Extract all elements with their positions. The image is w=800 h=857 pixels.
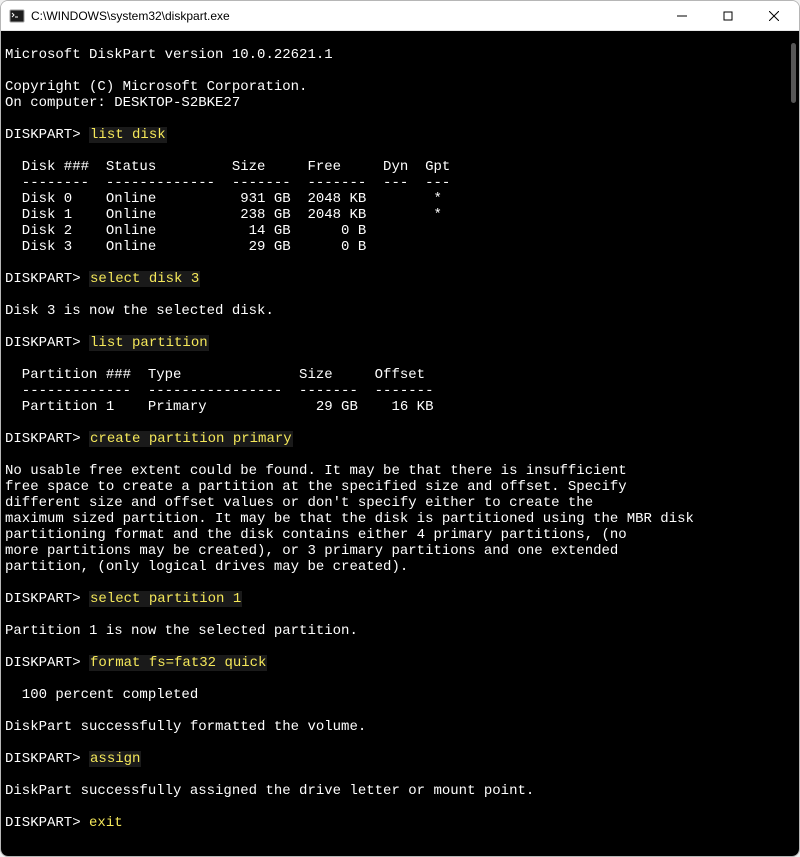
cmd-format: format fs=fat32 quick: [89, 655, 267, 671]
disk-table-header: Disk ### Status Size Free Dyn Gpt: [5, 159, 450, 175]
select-partition-msg: Partition 1 is now the selected partitio…: [5, 623, 358, 639]
version-line: Microsoft DiskPart version 10.0.22621.1: [5, 47, 333, 63]
terminal-area[interactable]: Microsoft DiskPart version 10.0.22621.1 …: [1, 31, 799, 856]
cmd-list-disk: list disk: [89, 127, 167, 143]
scrollbar-thumb[interactable]: [791, 43, 796, 103]
cmd-create-partition: create partition primary: [89, 431, 293, 447]
computer-line: On computer: DESKTOP-S2BKE27: [5, 95, 240, 111]
prompt: DISKPART>: [5, 431, 89, 447]
assign-success: DiskPart successfully assigned the drive…: [5, 783, 534, 799]
prompt: DISKPART>: [5, 127, 89, 143]
minimize-button[interactable]: [659, 1, 705, 31]
err-line-1: free space to create a partition at the …: [5, 479, 627, 495]
format-progress: 100 percent completed: [5, 687, 198, 703]
disk-row-0: Disk 0 Online 931 GB 2048 KB *: [5, 191, 442, 207]
window-title: C:\WINDOWS\system32\diskpart.exe: [31, 9, 659, 23]
prompt: DISKPART>: [5, 335, 89, 351]
err-line-3: maximum sized partition. It may be that …: [5, 511, 694, 527]
window-controls: [659, 1, 797, 31]
prompt: DISKPART>: [5, 655, 89, 671]
maximize-button[interactable]: [705, 1, 751, 31]
prompt: DISKPART>: [5, 751, 89, 767]
disk-table-divider: -------- ------------- ------- ------- -…: [5, 175, 450, 191]
disk-row-1: Disk 1 Online 238 GB 2048 KB *: [5, 207, 442, 223]
app-icon: [9, 8, 25, 24]
err-line-0: No usable free extent could be found. It…: [5, 463, 627, 479]
partition-row-0: Partition 1 Primary 29 GB 16 KB: [5, 399, 433, 415]
format-success: DiskPart successfully formatted the volu…: [5, 719, 366, 735]
err-line-2: different size and offset values or don'…: [5, 495, 593, 511]
partition-table-divider: ------------- ---------------- ------- -…: [5, 383, 433, 399]
cmd-exit: exit: [89, 815, 123, 831]
console-window: C:\WINDOWS\system32\diskpart.exe Microso…: [0, 0, 800, 857]
disk-row-2: Disk 2 Online 14 GB 0 B: [5, 223, 366, 239]
cmd-select-partition: select partition 1: [89, 591, 242, 607]
cmd-assign: assign: [89, 751, 141, 767]
err-line-5: more partitions may be created), or 3 pr…: [5, 543, 618, 559]
prompt: DISKPART>: [5, 815, 89, 831]
err-line-6: partition, (only logical drives may be c…: [5, 559, 408, 575]
copyright-line: Copyright (C) Microsoft Corporation.: [5, 79, 307, 95]
select-disk-msg: Disk 3 is now the selected disk.: [5, 303, 274, 319]
cmd-select-disk: select disk 3: [89, 271, 200, 287]
cmd-list-partition: list partition: [89, 335, 209, 351]
disk-row-3: Disk 3 Online 29 GB 0 B: [5, 239, 366, 255]
err-line-4: partitioning format and the disk contain…: [5, 527, 627, 543]
titlebar[interactable]: C:\WINDOWS\system32\diskpart.exe: [1, 1, 799, 31]
close-button[interactable]: [751, 1, 797, 31]
prompt: DISKPART>: [5, 591, 89, 607]
prompt: DISKPART>: [5, 271, 89, 287]
terminal-content[interactable]: Microsoft DiskPart version 10.0.22621.1 …: [3, 33, 797, 854]
partition-table-header: Partition ### Type Size Offset: [5, 367, 425, 383]
